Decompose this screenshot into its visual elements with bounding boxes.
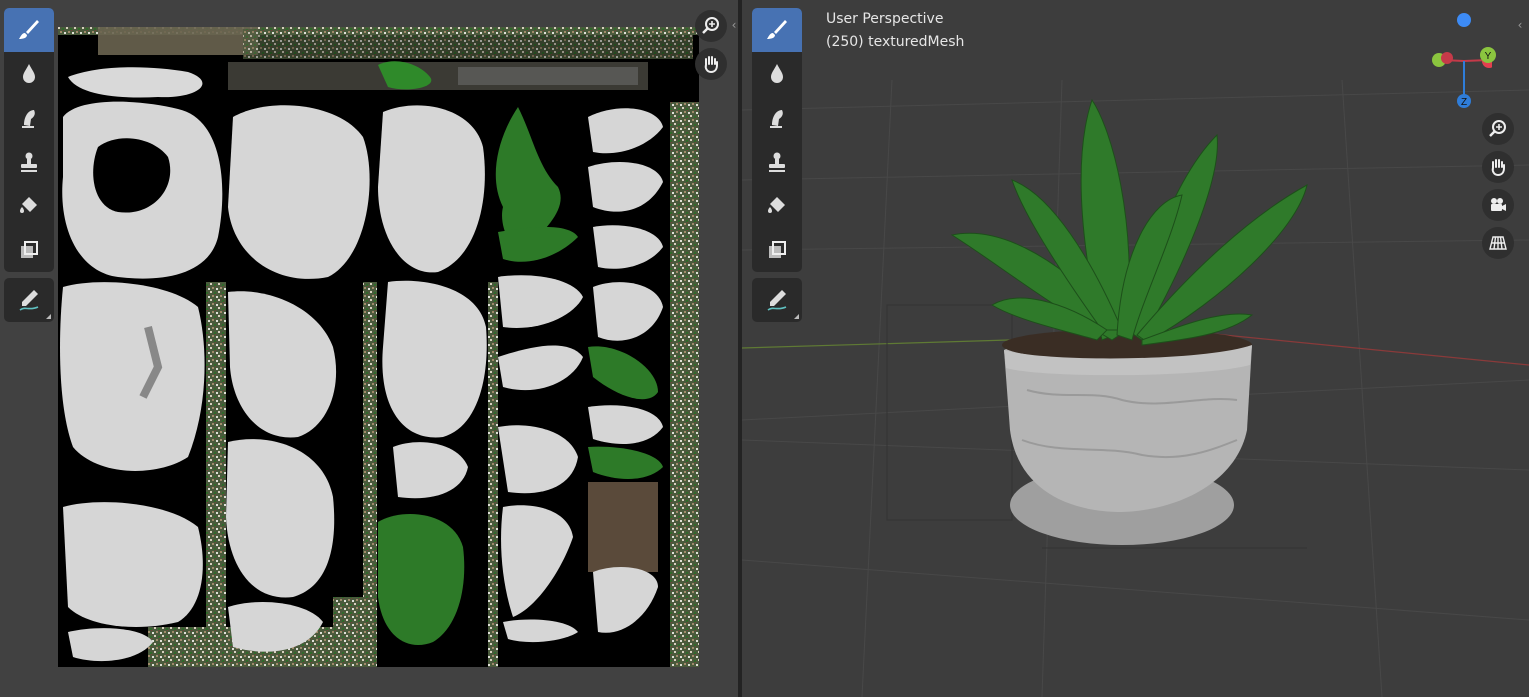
drop-icon xyxy=(23,64,35,83)
mask-tool-button[interactable] xyxy=(752,228,802,272)
uv-texture-image[interactable] xyxy=(58,27,699,667)
plant-mesh[interactable] xyxy=(950,98,1308,346)
tool-options-corner[interactable] xyxy=(46,314,51,319)
sidebar-collapse-arrow-icon[interactable]: ‹ xyxy=(728,18,738,32)
hand-pan-icon xyxy=(704,56,718,74)
fill-tool-button[interactable] xyxy=(4,184,54,228)
soften-tool-button[interactable] xyxy=(4,52,54,96)
soften-tool-button[interactable] xyxy=(752,52,802,96)
smear-tool-button[interactable] xyxy=(4,96,54,140)
gizmo-z-label: Z xyxy=(1461,97,1467,108)
grid-ortho-icon xyxy=(1489,236,1507,250)
brush-icon xyxy=(19,20,39,39)
viewport-pan-button[interactable] xyxy=(1482,151,1514,183)
image-editor-toolbar xyxy=(4,8,54,328)
object-info-label: (250) texturedMesh xyxy=(826,34,965,50)
hand-pan-icon xyxy=(1491,159,1505,177)
annotate-pen-icon xyxy=(767,290,787,311)
annotate-pen-icon xyxy=(19,290,39,311)
paint-tools-group xyxy=(4,8,54,272)
view-name-label: User Perspective xyxy=(826,11,944,27)
zoom-button[interactable] xyxy=(695,10,727,42)
zoom-icon xyxy=(702,17,719,34)
gizmo-neg-z-dot[interactable] xyxy=(1457,13,1471,27)
annotate-tool-button[interactable] xyxy=(752,278,802,322)
annotate-tool-button[interactable] xyxy=(4,278,54,322)
annotate-tools-group xyxy=(4,278,54,322)
viewport-sidebar-collapse-arrow-icon[interactable]: ‹ xyxy=(1514,18,1526,32)
fill-tool-button[interactable] xyxy=(752,184,802,228)
clone-tool-button[interactable] xyxy=(4,140,54,184)
stamp-icon xyxy=(769,152,785,172)
mask-tool-button[interactable] xyxy=(4,228,54,272)
viewport-annotate-tools-group xyxy=(752,278,802,322)
pan-button[interactable] xyxy=(695,48,727,80)
clone-tool-button[interactable] xyxy=(752,140,802,184)
viewport-toolbar xyxy=(752,8,802,328)
smear-icon xyxy=(22,110,35,128)
gizmo-y-axis[interactable]: Y xyxy=(1477,44,1499,66)
camera-view-button[interactable] xyxy=(1482,189,1514,221)
gizmo-x-neg-dot[interactable] xyxy=(1441,52,1453,64)
uv-texture-canvas xyxy=(58,27,699,667)
smear-icon xyxy=(770,110,783,128)
mask-icon xyxy=(21,241,38,258)
zoom-icon xyxy=(1489,120,1506,137)
draw-tool-button[interactable] xyxy=(4,8,54,52)
camera-icon xyxy=(1491,198,1506,211)
draw-tool-button[interactable] xyxy=(752,8,802,52)
viewport-info-overlay: User Perspective (250) texturedMesh xyxy=(826,8,964,54)
viewport-zoom-button[interactable] xyxy=(1482,113,1514,145)
image-editor-panel: ‹ xyxy=(0,0,738,697)
pot-mesh[interactable] xyxy=(1002,329,1252,545)
stamp-icon xyxy=(21,152,37,172)
gizmo-y-label: Y xyxy=(1485,51,1492,62)
bucket-icon xyxy=(20,197,37,213)
drop-icon xyxy=(771,64,783,83)
tool-options-corner[interactable] xyxy=(794,314,799,319)
smear-tool-button[interactable] xyxy=(752,96,802,140)
mask-icon xyxy=(769,241,786,258)
bucket-icon xyxy=(768,197,785,213)
viewport-scene xyxy=(742,79,1529,697)
viewport-paint-tools-group xyxy=(752,8,802,272)
3d-viewport-panel[interactable]: User Perspective (250) texturedMesh X Z … xyxy=(742,0,1529,697)
brush-icon xyxy=(767,20,787,39)
ortho-toggle-button[interactable] xyxy=(1482,227,1514,259)
